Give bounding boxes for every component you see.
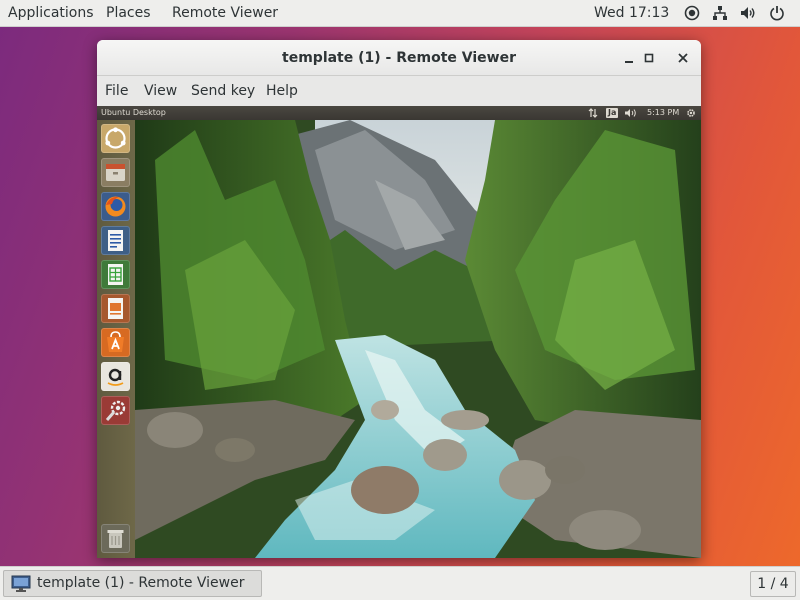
writer-icon[interactable] (101, 226, 130, 255)
power-icon[interactable] (769, 5, 785, 21)
trash-icon[interactable] (101, 524, 130, 553)
maximize-icon[interactable] (641, 50, 657, 66)
menu-help[interactable]: Help (266, 76, 298, 106)
amazon-icon[interactable] (101, 362, 130, 391)
volume-icon[interactable] (740, 5, 756, 21)
guest-network-icon[interactable] (588, 108, 598, 118)
guest-keyboard-layout[interactable]: Ja (606, 108, 619, 118)
guest-volume-icon[interactable] (625, 108, 637, 118)
software-center-icon[interactable] (101, 328, 130, 357)
monitor-icon (11, 575, 31, 593)
menu-bar: File View Send key Help (97, 76, 701, 106)
clock[interactable]: Wed 17:13 (594, 0, 669, 26)
workspace-pager[interactable]: 1 / 4 (750, 571, 796, 597)
applications-menu[interactable]: Applications (8, 0, 94, 26)
top-bar: Applications Places Remote Viewer Wed 17… (0, 0, 800, 27)
guest-gear-icon[interactable] (686, 108, 696, 118)
system-settings-icon[interactable] (101, 396, 130, 425)
ubuntu-dash-icon[interactable] (101, 124, 130, 153)
guest-wallpaper[interactable] (135, 120, 701, 558)
menu-send-key[interactable]: Send key (191, 76, 255, 106)
impress-icon[interactable] (101, 294, 130, 323)
active-app-menu[interactable]: Remote Viewer (172, 0, 278, 26)
bottom-taskbar: template (1) - Remote Viewer 1 / 4 (0, 566, 800, 600)
window-titlebar[interactable]: template (1) - Remote Viewer (97, 40, 701, 76)
taskbar-window-label: template (1) - Remote Viewer (37, 575, 245, 591)
remote-viewer-window: template (1) - Remote Viewer File View S… (97, 40, 701, 558)
remote-display[interactable]: Ubuntu Desktop Ja 5:13 PM (97, 106, 701, 558)
guest-top-panel: Ubuntu Desktop Ja 5:13 PM (97, 106, 701, 120)
taskbar-window-button[interactable]: template (1) - Remote Viewer (3, 570, 262, 597)
minimize-icon[interactable] (621, 50, 637, 66)
guest-launcher (97, 120, 136, 558)
files-icon[interactable] (101, 158, 130, 187)
menu-file[interactable]: File (105, 76, 128, 106)
guest-clock[interactable]: 5:13 PM (647, 108, 679, 118)
network-icon[interactable] (712, 5, 728, 21)
firefox-icon[interactable] (101, 192, 130, 221)
menu-view[interactable]: View (144, 76, 177, 106)
accessibility-icon[interactable] (684, 5, 700, 21)
window-title: template (1) - Remote Viewer (282, 50, 516, 66)
places-menu[interactable]: Places (106, 0, 151, 26)
guest-panel-title: Ubuntu Desktop (101, 108, 166, 117)
calc-icon[interactable] (101, 260, 130, 289)
close-icon[interactable] (675, 50, 691, 66)
